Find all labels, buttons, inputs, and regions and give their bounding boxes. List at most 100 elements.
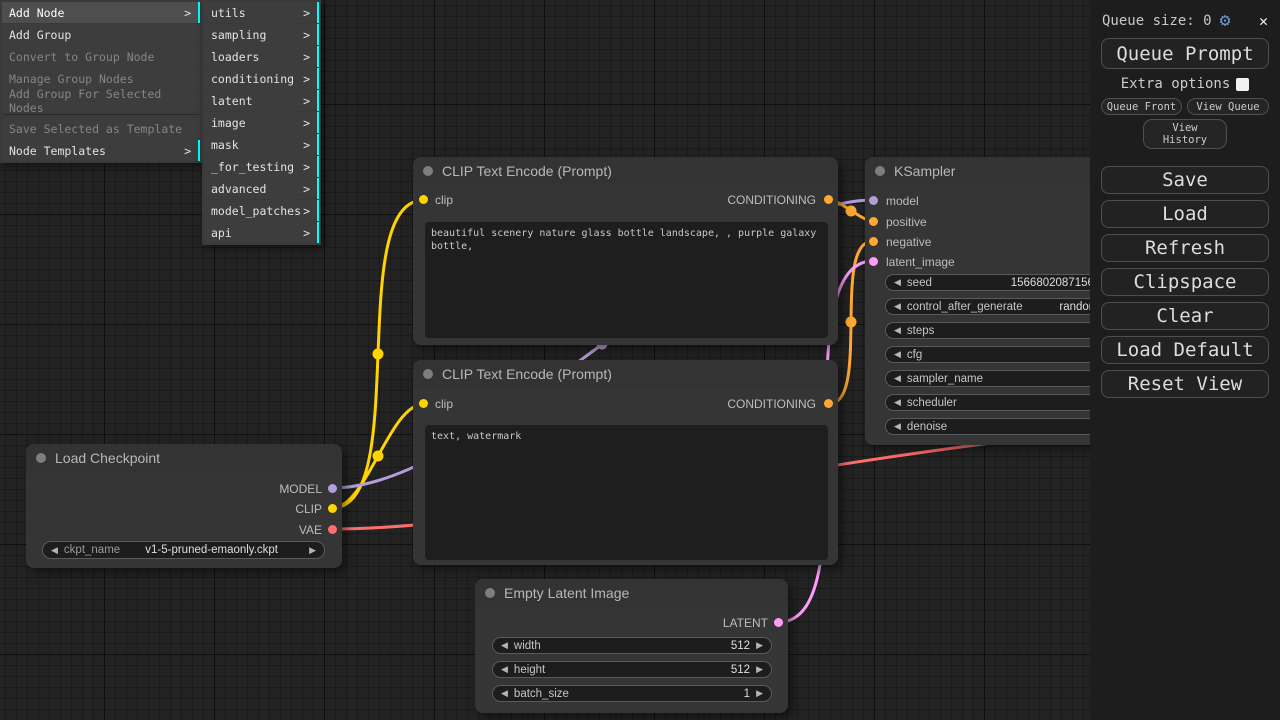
queue-prompt-button[interactable]: Queue Prompt (1101, 38, 1269, 69)
node-empty-latent-image[interactable]: Empty Latent Image LATENT ◀ width 512 ▶ … (475, 579, 788, 713)
node-title-bar[interactable]: CLIP Text Encode (Prompt) (413, 360, 838, 388)
submenu-item-for-testing[interactable]: _for_testing > (204, 156, 319, 177)
prompt-textarea[interactable]: beautiful scenery nature glass bottle la… (425, 222, 828, 338)
node-title: Load Checkpoint (55, 450, 160, 466)
output-slot-conditioning[interactable] (824, 399, 833, 408)
submenu-item-mask[interactable]: mask > (204, 134, 319, 155)
input-slot-latent-image[interactable] (869, 257, 878, 266)
increment-arrow-icon[interactable]: ▶ (756, 638, 763, 653)
menu-item-node-templates[interactable]: Node Templates > (2, 140, 200, 161)
refresh-button[interactable]: Refresh (1101, 234, 1269, 262)
submenu-item-api[interactable]: api > (204, 222, 319, 243)
input-slot-model[interactable] (869, 196, 878, 205)
collapse-dot-icon[interactable] (423, 369, 433, 379)
submenu-item-image[interactable]: image > (204, 112, 319, 133)
load-default-button[interactable]: Load Default (1101, 336, 1269, 364)
widget-width[interactable]: ◀ width 512 ▶ (492, 637, 772, 654)
prev-arrow-icon[interactable]: ◀ (51, 543, 58, 558)
output-slot-clip[interactable] (328, 504, 337, 513)
close-icon[interactable]: ✕ (1259, 12, 1268, 30)
decrement-arrow-icon[interactable]: ◀ (894, 347, 901, 362)
node-title-bar[interactable]: Load Checkpoint (26, 444, 342, 472)
view-queue-button[interactable]: View Queue (1187, 98, 1269, 115)
increment-arrow-icon[interactable]: ▶ (756, 662, 763, 677)
view-history-button[interactable]: View History (1143, 119, 1227, 149)
menu-item-label: advanced (211, 182, 266, 196)
submenu-item-conditioning[interactable]: conditioning > (204, 68, 319, 89)
save-button[interactable]: Save (1101, 166, 1269, 194)
decrement-arrow-icon[interactable]: ◀ (501, 638, 508, 653)
widget-label: scheduler (907, 397, 957, 409)
extra-options-checkbox[interactable] (1236, 78, 1249, 91)
input-slot-positive[interactable] (869, 217, 878, 226)
comfyui-canvas[interactable]: { "icons": { "submenu_arrow": ">", "widg… (0, 0, 1280, 720)
menu-item-label: Add Node (9, 6, 64, 20)
submenu-arrow-icon: > (184, 6, 191, 20)
menu-item-label: conditioning (211, 72, 294, 86)
widget-ckpt-name[interactable]: ◀ ckpt_name v1-5-pruned-emaonly.ckpt ▶ (42, 541, 325, 559)
next-arrow-icon[interactable]: ▶ (309, 543, 316, 558)
menu-item-add-node[interactable]: Add Node > (2, 2, 200, 23)
widget-label: steps (907, 325, 935, 337)
clipspace-button[interactable]: Clipspace (1101, 268, 1269, 296)
node-load-checkpoint[interactable]: Load Checkpoint MODEL CLIP VAE ◀ ckpt_na… (26, 444, 342, 568)
widget-label: sampler_name (907, 373, 983, 385)
widget-label: height (514, 664, 545, 676)
queue-size-label: Queue size: 0 (1102, 13, 1212, 29)
menu-item-label: loaders (211, 50, 259, 64)
submenu-arrow-icon: > (303, 226, 310, 240)
wire-clip-to-negative-prompt (332, 404, 424, 508)
clear-button[interactable]: Clear (1101, 302, 1269, 330)
submenu-item-loaders[interactable]: loaders > (204, 46, 319, 67)
decrement-arrow-icon[interactable]: ◀ (501, 686, 508, 701)
decrement-arrow-icon[interactable]: ◀ (501, 662, 508, 677)
submenu-item-model-patches[interactable]: model_patches > (204, 200, 319, 221)
submenu-item-advanced[interactable]: advanced > (204, 178, 319, 199)
output-slot-model[interactable] (328, 484, 337, 493)
input-label-positive: positive (886, 216, 927, 228)
node-clip-text-encode-negative[interactable]: CLIP Text Encode (Prompt) clip CONDITION… (413, 360, 838, 565)
submenu-arrow-icon: > (303, 138, 310, 152)
decrement-arrow-icon[interactable]: ◀ (894, 371, 901, 386)
input-slot-negative[interactable] (869, 237, 878, 246)
output-slot-latent[interactable] (774, 618, 783, 627)
settings-gear-icon[interactable]: ⚙ (1220, 14, 1231, 28)
collapse-dot-icon[interactable] (36, 453, 46, 463)
collapse-dot-icon[interactable] (485, 588, 495, 598)
prompt-textarea[interactable]: text, watermark (425, 425, 828, 560)
decrement-arrow-icon[interactable]: ◀ (894, 323, 901, 338)
decrement-arrow-icon[interactable]: ◀ (894, 299, 901, 314)
queue-front-button[interactable]: Queue Front (1101, 98, 1182, 115)
node-title-bar[interactable]: Empty Latent Image (475, 579, 788, 607)
collapse-dot-icon[interactable] (423, 166, 433, 176)
input-label-clip: clip (435, 398, 453, 410)
input-slot-clip[interactable] (419, 399, 428, 408)
menu-item-label: model_patches (211, 204, 301, 218)
node-title-bar[interactable]: CLIP Text Encode (Prompt) (413, 157, 838, 185)
output-slot-vae[interactable] (328, 525, 337, 534)
output-slot-conditioning[interactable] (824, 195, 833, 204)
decrement-arrow-icon[interactable]: ◀ (894, 395, 901, 410)
widget-value: v1-5-pruned-emaonly.ckpt (145, 544, 284, 556)
menu-item-add-group[interactable]: Add Group (2, 24, 200, 45)
widget-height[interactable]: ◀ height 512 ▶ (492, 661, 772, 678)
collapse-dot-icon[interactable] (875, 166, 885, 176)
submenu-arrow-icon: > (303, 94, 310, 108)
load-button[interactable]: Load (1101, 200, 1269, 228)
decrement-arrow-icon[interactable]: ◀ (894, 275, 901, 290)
submenu-item-latent[interactable]: latent > (204, 90, 319, 111)
input-slot-clip[interactable] (419, 195, 428, 204)
reset-view-button[interactable]: Reset View (1101, 370, 1269, 398)
submenu-arrow-icon: > (184, 144, 191, 158)
submenu-item-sampling[interactable]: sampling > (204, 24, 319, 45)
widget-batch-size[interactable]: ◀ batch_size 1 ▶ (492, 685, 772, 702)
increment-arrow-icon[interactable]: ▶ (756, 686, 763, 701)
menu-item-convert-to-group-node: Convert to Group Node (2, 46, 200, 67)
output-label-model: MODEL (279, 483, 322, 495)
context-menu: Add Node > Add Group Convert to Group No… (0, 0, 202, 163)
decrement-arrow-icon[interactable]: ◀ (894, 419, 901, 434)
node-title: CLIP Text Encode (Prompt) (442, 366, 612, 382)
submenu-item-utils[interactable]: utils > (204, 2, 319, 23)
widget-label: batch_size (514, 688, 569, 700)
node-clip-text-encode-positive[interactable]: CLIP Text Encode (Prompt) clip CONDITION… (413, 157, 838, 345)
